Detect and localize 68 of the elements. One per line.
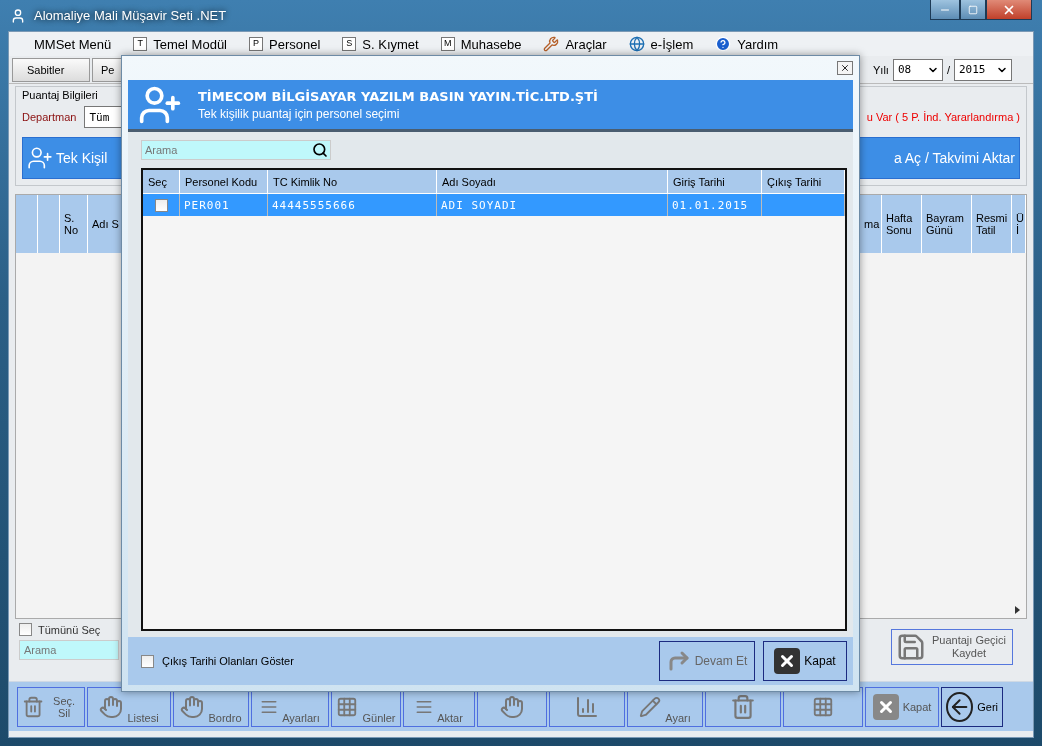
column-header: Hafta Sonu bbox=[882, 195, 922, 253]
maximize-icon bbox=[968, 4, 978, 15]
department-label: Departman bbox=[22, 111, 77, 123]
help-icon bbox=[715, 36, 732, 52]
year-label: Yılı bbox=[873, 63, 889, 76]
search-field[interactable]: Arama bbox=[19, 640, 119, 660]
column-header: S. No bbox=[60, 195, 88, 253]
dialog-close-button[interactable] bbox=[837, 61, 853, 75]
hand-icon bbox=[180, 694, 205, 719]
toolbar-button[interactable]: Geri bbox=[941, 686, 1003, 727]
chart-icon bbox=[575, 694, 599, 719]
menu-item[interactable]: Temel Modül bbox=[153, 36, 227, 52]
checkbox[interactable] bbox=[154, 198, 168, 212]
hand-icon bbox=[99, 694, 124, 719]
table-cell: ADI SOYADI bbox=[437, 194, 668, 216]
window-title: Alomaliye Mali Müşavir Seti .NET bbox=[34, 8, 227, 23]
letter-key-icon: T bbox=[133, 37, 148, 51]
grid-icon bbox=[812, 695, 834, 718]
toolbar-button[interactable]: Seç. Sil bbox=[17, 686, 85, 727]
menu-item[interactable]: MMSet Menü bbox=[34, 36, 112, 52]
toolbar-button[interactable]: Kapat bbox=[865, 686, 939, 727]
menu-item[interactable]: e-İşlem bbox=[650, 36, 694, 52]
toolbar-button[interactable]: Listesi bbox=[87, 686, 171, 727]
table-cell: 44445555666 bbox=[268, 194, 437, 216]
globe-icon bbox=[628, 36, 645, 52]
dialog-subtitle: Tek kişilik puantaj için personel seçimi bbox=[198, 106, 401, 121]
month-select[interactable]: 08 bbox=[892, 58, 943, 81]
maximize-button[interactable] bbox=[960, 0, 986, 20]
hand-icon bbox=[500, 694, 524, 719]
table-cell: 01.01.2015 bbox=[668, 194, 762, 216]
close-icon bbox=[774, 648, 801, 674]
search-icon bbox=[312, 142, 328, 158]
app-logo-icon bbox=[10, 7, 26, 24]
group-title: Puantaj Bilgileri bbox=[22, 89, 98, 101]
letter-key-icon: M bbox=[440, 37, 455, 51]
menu-item[interactable]: Araçlar bbox=[565, 36, 607, 52]
grid-icon bbox=[336, 695, 359, 718]
save-temp-button[interactable]: Puantajı Geçici Kaydet bbox=[891, 629, 1013, 665]
close-icon bbox=[840, 63, 850, 73]
checkbox-label: Çıkış Tarihi Olanları Göster bbox=[162, 655, 294, 667]
menu-item[interactable]: Yardım bbox=[737, 36, 779, 52]
column-header: Ü İ bbox=[1012, 195, 1026, 253]
pencil-icon bbox=[639, 695, 662, 718]
letter-key-icon: S bbox=[342, 37, 357, 51]
checkbox[interactable] bbox=[141, 654, 154, 668]
close-button[interactable] bbox=[986, 0, 1032, 20]
minimize-button[interactable] bbox=[930, 0, 960, 20]
column-header: Resmi Tatil bbox=[972, 195, 1012, 253]
menu-item[interactable]: S. Kıymet bbox=[362, 36, 419, 52]
menu-item[interactable]: Personel bbox=[269, 36, 321, 52]
close-button[interactable]: Kapat bbox=[763, 641, 847, 681]
tab[interactable]: Sabitler bbox=[12, 57, 90, 82]
menu-item[interactable]: Muhasebe bbox=[460, 36, 522, 52]
close-icon bbox=[872, 693, 899, 720]
scroll-arrow-icon[interactable] bbox=[1015, 606, 1020, 614]
trash-icon bbox=[730, 693, 756, 720]
separator-text: / bbox=[946, 63, 950, 76]
column-header: Bayram Günü bbox=[922, 195, 972, 253]
table-cell: PER001 bbox=[180, 194, 268, 216]
company-name: TİMECOM BİLGİSAYAR YAZILM BASIN YAYIN.TİC.LTD.ŞTİ bbox=[198, 88, 598, 104]
wrench-icon bbox=[543, 36, 560, 52]
checkbox-label: Tümünü Seç bbox=[38, 623, 101, 636]
search-field[interactable]: Arama bbox=[141, 140, 331, 160]
add-user-icon bbox=[27, 145, 53, 171]
notice-text: u Var ( 5 P. İnd. Yararlandırma ) bbox=[866, 111, 1020, 123]
checkbox[interactable] bbox=[19, 623, 32, 636]
letter-key-icon: P bbox=[249, 37, 263, 51]
year-select[interactable]: 2015 bbox=[954, 58, 1012, 81]
